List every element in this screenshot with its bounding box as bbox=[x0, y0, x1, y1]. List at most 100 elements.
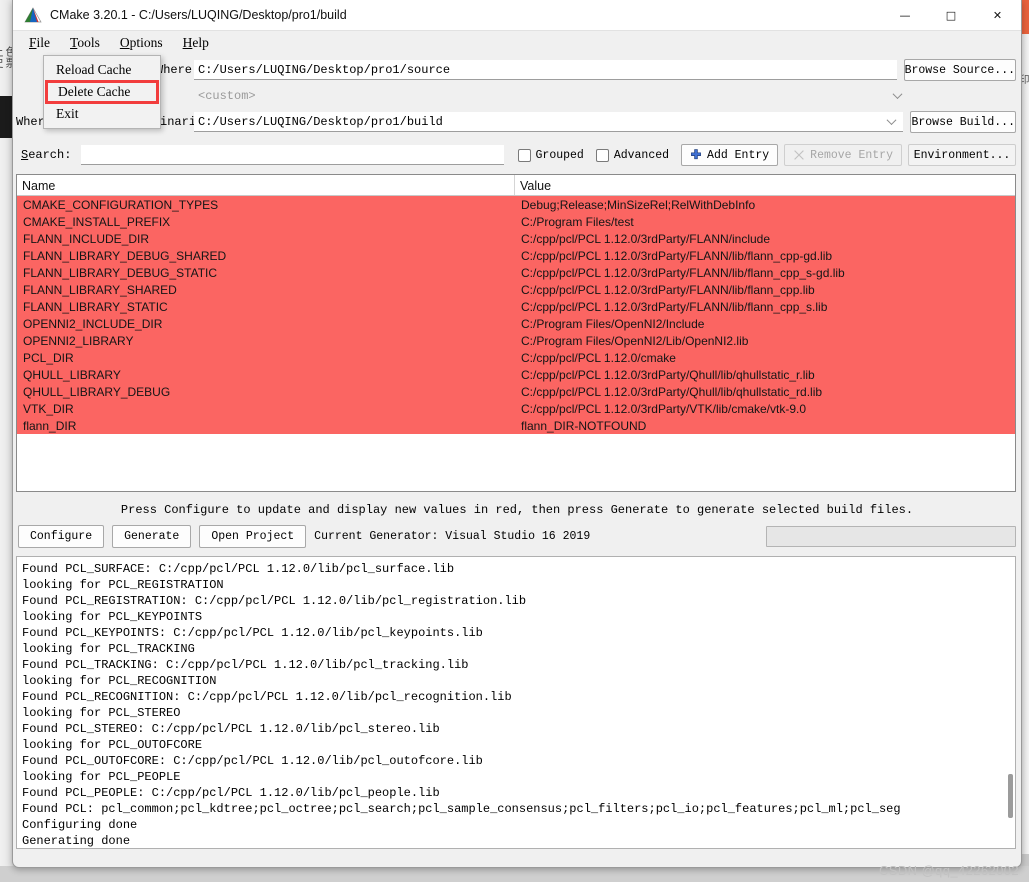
log-line: Found PCL_STEREO: C:/cpp/pcl/PCL 1.12.0/… bbox=[22, 722, 440, 736]
table-row[interactable]: QHULL_LIBRARY C:/cpp/pcl/PCL 1.12.0/3rdPa… bbox=[17, 366, 1015, 383]
remove-entry-button-label: Remove Entry bbox=[810, 148, 893, 162]
hint-text: Press Configure to update and display ne… bbox=[120, 503, 914, 517]
table-row[interactable]: QHULL_LIBRARY_DEBUG C:/cpp/pcl/PCL 1.12.0… bbox=[17, 383, 1015, 400]
configure-button[interactable]: Configure bbox=[18, 525, 105, 548]
window-title: CMake 3.20.1 - C:/Users/LUQING/Desktop/p… bbox=[50, 8, 347, 22]
configure-button-label: Configure bbox=[30, 530, 93, 543]
table-row[interactable]: flann_DIR flann_DIR-NOTFOUND bbox=[17, 417, 1015, 434]
log-output[interactable]: Found PCL_SURFACE: C:/cpp/pcl/PCL 1.12.0… bbox=[16, 556, 1016, 849]
table-row[interactable]: OPENNI2_INCLUDE_DIR C:/Program Files/Open… bbox=[17, 315, 1015, 332]
cache-entry-value[interactable]: C:/Program Files/test bbox=[515, 213, 1015, 230]
cross-icon bbox=[793, 149, 805, 161]
menu-bar: File Tools Options Help bbox=[13, 31, 1021, 55]
cache-entry-value[interactable]: C:/Program Files/OpenNI2/Lib/OpenNI2.lib bbox=[515, 332, 1015, 349]
browse-source-button[interactable]: Browse Source... bbox=[903, 59, 1016, 81]
cmake-logo-icon bbox=[24, 7, 42, 23]
advanced-checkbox[interactable]: Advanced bbox=[595, 148, 670, 162]
menu-help-label: elp bbox=[192, 35, 209, 50]
cache-entry-name: FLANN_INCLUDE_DIR bbox=[23, 231, 150, 246]
menu-item-delete-cache[interactable]: Delete Cache bbox=[45, 80, 159, 104]
add-entry-button[interactable]: Add Entry bbox=[681, 144, 779, 166]
cache-entry-value[interactable]: C:/Program Files/OpenNI2/Include bbox=[515, 315, 1015, 332]
column-header-value[interactable]: Value bbox=[515, 175, 1015, 195]
build-path-chevron-down-icon[interactable] bbox=[888, 116, 897, 125]
menu-help[interactable]: Help bbox=[173, 33, 219, 53]
cache-entry-name: OPENNI2_LIBRARY bbox=[23, 333, 134, 348]
cache-entry-value[interactable]: C:/cpp/pcl/PCL 1.12.0/3rdParty/FLANN/inc… bbox=[515, 230, 1015, 247]
csdn-watermark: CSDN @qq_42262002 bbox=[879, 863, 1019, 878]
cache-entry-name: OPENNI2_INCLUDE_DIR bbox=[23, 316, 163, 331]
menu-file[interactable]: File bbox=[19, 33, 60, 53]
log-line: Found PCL_REGISTRATION: C:/cpp/pcl/PCL 1… bbox=[22, 594, 527, 608]
table-row[interactable]: OPENNI2_LIBRARY C:/Program Files/OpenNI2/… bbox=[17, 332, 1015, 349]
cache-entry-value[interactable]: C:/cpp/pcl/PCL 1.12.0/3rdParty/Qhull/lib… bbox=[515, 383, 1015, 400]
close-icon[interactable]: ✕ bbox=[974, 0, 1021, 31]
table-row[interactable]: FLANN_LIBRARY_DEBUG_SHARED C:/cpp/pcl/PCL… bbox=[17, 247, 1015, 264]
cmake-main-window: CMake 3.20.1 - C:/Users/LUQING/Desktop/p… bbox=[12, 0, 1022, 868]
log-line: Found PCL_PEOPLE: C:/cpp/pcl/PCL 1.12.0/… bbox=[22, 786, 440, 800]
table-row[interactable]: PCL_DIR C:/cpp/pcl/PCL 1.12.0/cmake bbox=[17, 349, 1015, 366]
source-path-input[interactable]: C:/Users/LUQING/Desktop/pro1/source bbox=[194, 60, 897, 80]
open-project-button[interactable]: Open Project bbox=[199, 525, 307, 548]
table-row[interactable]: CMAKE_INSTALL_PREFIX C:/Program Files/tes… bbox=[17, 213, 1015, 230]
log-lines: Found PCL_SURFACE: C:/cpp/pcl/PCL 1.12.0… bbox=[22, 561, 1015, 848]
cache-entry-value[interactable]: C:/cpp/pcl/PCL 1.12.0/cmake bbox=[515, 349, 1015, 366]
menu-item-exit[interactable]: Exit bbox=[44, 103, 160, 125]
column-header-name[interactable]: Name bbox=[17, 175, 515, 195]
cache-table[interactable]: Name Value CMAKE_CONFIGURATION_TYPES Debu… bbox=[16, 174, 1016, 492]
build-path-row: Where to build the binaries: C:/Users/LU… bbox=[13, 111, 1021, 133]
cache-entry-name: flann_DIR bbox=[23, 418, 77, 433]
maximize-icon[interactable]: □ bbox=[928, 0, 974, 31]
cache-entry-value[interactable]: C:/cpp/pcl/PCL 1.12.0/3rdParty/FLANN/lib… bbox=[515, 298, 1015, 315]
cache-entry-value[interactable]: C:/cpp/pcl/PCL 1.12.0/3rdParty/Qhull/lib… bbox=[515, 366, 1015, 383]
build-path-input[interactable]: C:/Users/LUQING/Desktop/pro1/build bbox=[194, 112, 904, 132]
advanced-checkbox-box bbox=[595, 148, 609, 162]
preset-combobox[interactable]: <custom> bbox=[194, 86, 909, 106]
cache-entry-value[interactable]: C:/cpp/pcl/PCL 1.12.0/3rdParty/FLANN/lib… bbox=[515, 264, 1015, 281]
cache-entry-name: FLANN_LIBRARY_STATIC bbox=[23, 299, 168, 314]
cache-entry-value[interactable]: Debug;Release;MinSizeRel;RelWithDebInfo bbox=[515, 196, 1015, 213]
cache-entry-value[interactable]: flann_DIR-NOTFOUND bbox=[515, 417, 1015, 434]
menu-item-reload-cache[interactable]: Reload Cache bbox=[44, 59, 160, 81]
title-bar[interactable]: CMake 3.20.1 - C:/Users/LUQING/Desktop/p… bbox=[13, 0, 1021, 31]
browse-build-button[interactable]: Browse Build... bbox=[910, 111, 1016, 133]
search-row: Search: Grouped Advanced Add Entry Remov… bbox=[13, 143, 1021, 167]
open-project-button-label: Open Project bbox=[211, 530, 295, 543]
window-body: Where is the source code: C:/Users/LUQIN… bbox=[13, 59, 1021, 867]
table-row[interactable]: VTK_DIR C:/cpp/pcl/PCL 1.12.0/3rdParty/VT… bbox=[17, 400, 1015, 417]
minimize-icon[interactable]: — bbox=[882, 0, 928, 31]
search-input[interactable] bbox=[81, 145, 504, 165]
file-menu-dropdown: Reload Cache Delete Cache Exit bbox=[43, 55, 161, 129]
chevron-down-icon bbox=[894, 91, 903, 100]
log-horizontal-scrollbar[interactable] bbox=[1008, 774, 1013, 818]
table-row[interactable]: FLANN_LIBRARY_DEBUG_STATIC C:/cpp/pcl/PCL… bbox=[17, 264, 1015, 281]
grouped-checkbox-label: Grouped bbox=[535, 148, 584, 162]
log-line: Found PCL_OUTOFCORE: C:/cpp/pcl/PCL 1.12… bbox=[22, 754, 483, 768]
menu-options-label: ptions bbox=[129, 35, 163, 50]
log-line: looking for PCL_REGISTRATION bbox=[22, 578, 224, 592]
table-row[interactable]: CMAKE_CONFIGURATION_TYPES Debug;Release;M… bbox=[17, 196, 1015, 213]
log-line: Found PCL_RECOGNITION: C:/cpp/pcl/PCL 1.… bbox=[22, 690, 512, 704]
menu-item-delete-cache-label: Delete Cache bbox=[58, 84, 131, 99]
table-row[interactable]: FLANN_LIBRARY_SHARED C:/cpp/pcl/PCL 1.12.… bbox=[17, 281, 1015, 298]
cache-table-rows: CMAKE_CONFIGURATION_TYPES Debug;Release;M… bbox=[17, 196, 1015, 491]
generate-button-label: Generate bbox=[124, 530, 180, 543]
cache-entry-value[interactable]: C:/cpp/pcl/PCL 1.12.0/3rdParty/FLANN/lib… bbox=[515, 247, 1015, 264]
advanced-checkbox-label: Advanced bbox=[613, 148, 670, 162]
environment-button[interactable]: Environment... bbox=[908, 144, 1016, 166]
cache-entry-value[interactable]: C:/cpp/pcl/PCL 1.12.0/3rdParty/FLANN/lib… bbox=[515, 281, 1015, 298]
grouped-checkbox[interactable]: Grouped bbox=[517, 148, 584, 162]
progress-bar bbox=[766, 526, 1016, 547]
window-controls: — □ ✕ bbox=[882, 0, 1021, 31]
table-row[interactable]: FLANN_LIBRARY_STATIC C:/cpp/pcl/PCL 1.12.… bbox=[17, 298, 1015, 315]
table-row[interactable]: FLANN_INCLUDE_DIR C:/cpp/pcl/PCL 1.12.0/3… bbox=[17, 230, 1015, 247]
cache-entry-name: FLANN_LIBRARY_DEBUG_STATIC bbox=[23, 265, 218, 280]
cache-entry-value[interactable]: C:/cpp/pcl/PCL 1.12.0/3rdParty/VTK/lib/c… bbox=[515, 400, 1015, 417]
log-line: looking for PCL_PEOPLE bbox=[22, 770, 181, 784]
menu-item-exit-label: Exit bbox=[56, 106, 79, 121]
browse-source-button-label: Browse Source... bbox=[904, 63, 1015, 77]
generate-button[interactable]: Generate bbox=[112, 525, 192, 548]
menu-tools[interactable]: Tools bbox=[60, 33, 110, 53]
search-label: Search: bbox=[21, 148, 72, 162]
menu-options[interactable]: Options bbox=[110, 33, 173, 53]
